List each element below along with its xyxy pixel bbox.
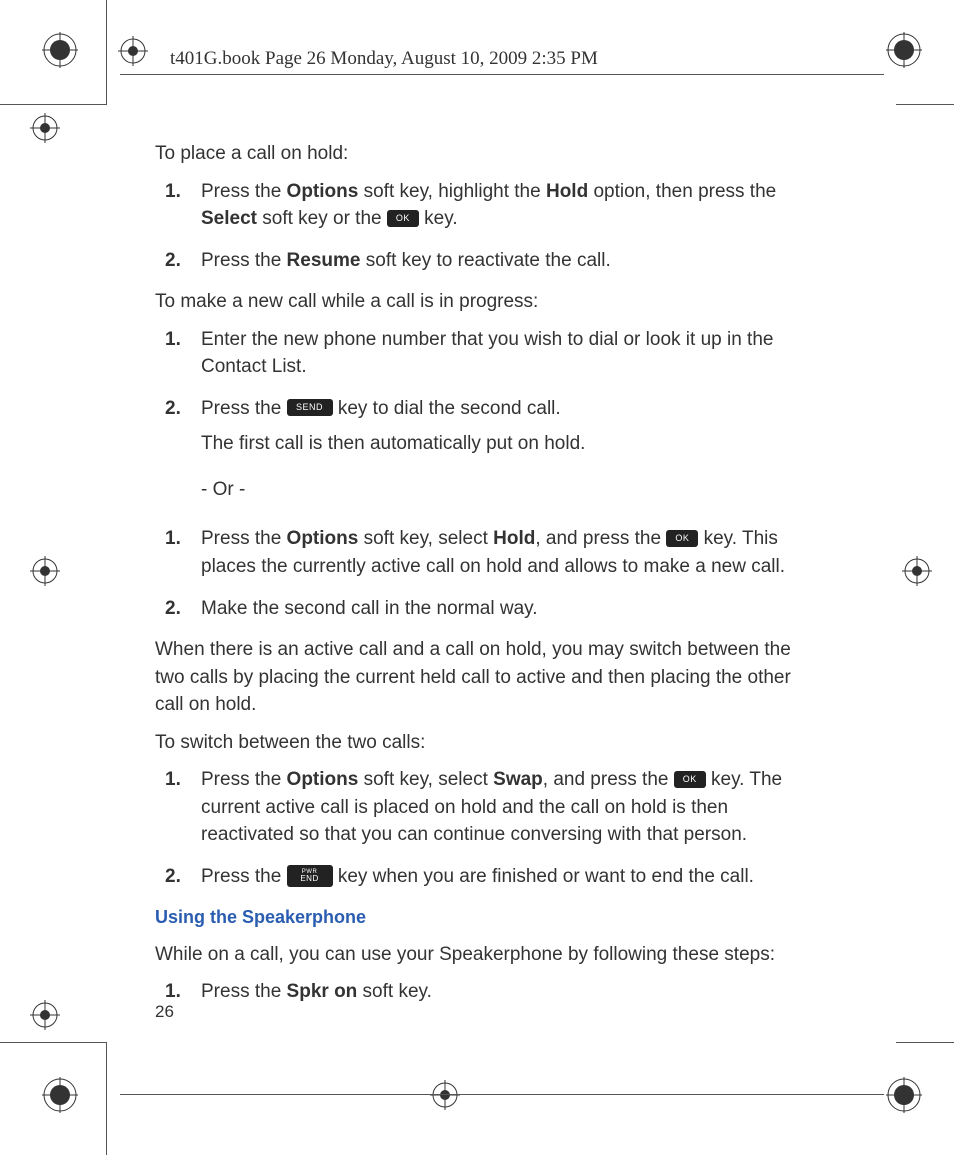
end-key-icon: PWREND — [287, 865, 333, 887]
header-rule — [120, 74, 884, 75]
crop-target-icon — [30, 556, 60, 586]
crop-mark-icon — [884, 1075, 924, 1115]
crop-line — [0, 104, 106, 105]
step-number: 2. — [155, 395, 201, 512]
step-number: 1. — [155, 766, 201, 849]
ok-key-icon: OK — [387, 210, 419, 227]
ok-key-icon: OK — [674, 771, 706, 788]
step-body: Enter the new phone number that you wish… — [201, 326, 805, 381]
paragraph-text: When there is an active call and a call … — [155, 636, 805, 719]
crop-line — [106, 0, 107, 105]
step-body: Press the Resume soft key to reactivate … — [201, 247, 805, 275]
step-number: 1. — [155, 525, 201, 580]
step-body: Press the Options soft key, select Swap,… — [201, 766, 805, 849]
crop-line — [896, 104, 954, 105]
crop-target-icon — [30, 1000, 60, 1030]
crop-mark-icon — [884, 30, 924, 70]
step-number: 2. — [155, 595, 201, 623]
step-body: Make the second call in the normal way. — [201, 595, 805, 623]
step-number: 1. — [155, 178, 201, 233]
intro-text: To switch between the two calls: — [155, 729, 805, 757]
crop-line — [896, 1042, 954, 1043]
step-number: 1. — [155, 326, 201, 381]
page-header: t401G.book Page 26 Monday, August 10, 20… — [170, 48, 598, 70]
step-number: 2. — [155, 247, 201, 275]
intro-text: To make a new call while a call is in pr… — [155, 288, 805, 316]
intro-text: While on a call, you can use your Speake… — [155, 941, 805, 969]
crop-target-icon — [30, 113, 60, 143]
crop-line — [0, 1042, 106, 1043]
step-body: Press the Options soft key, highlight th… — [201, 178, 805, 233]
intro-text: To place a call on hold: — [155, 140, 805, 168]
ok-key-icon: OK — [666, 530, 698, 547]
crop-target-icon — [902, 556, 932, 586]
crop-line — [120, 1094, 884, 1095]
section-heading: Using the Speakerphone — [155, 904, 805, 930]
send-key-icon: SEND — [287, 399, 333, 416]
page-number: 26 — [155, 1002, 174, 1022]
crop-target-icon — [430, 1080, 460, 1110]
step-body: Press the Spkr on soft key. — [201, 978, 805, 1006]
step-body: Press the Options soft key, select Hold,… — [201, 525, 805, 580]
step-number: 2. — [155, 863, 201, 891]
step-body: Press the PWREND key when you are finish… — [201, 863, 805, 891]
step-body: Press the SEND key to dial the second ca… — [201, 395, 805, 512]
crop-target-icon — [118, 36, 148, 66]
page-content: To place a call on hold: 1. Press the Op… — [155, 140, 805, 1020]
crop-line — [106, 1042, 107, 1155]
crop-mark-icon — [40, 1075, 80, 1115]
crop-mark-icon — [40, 30, 80, 70]
